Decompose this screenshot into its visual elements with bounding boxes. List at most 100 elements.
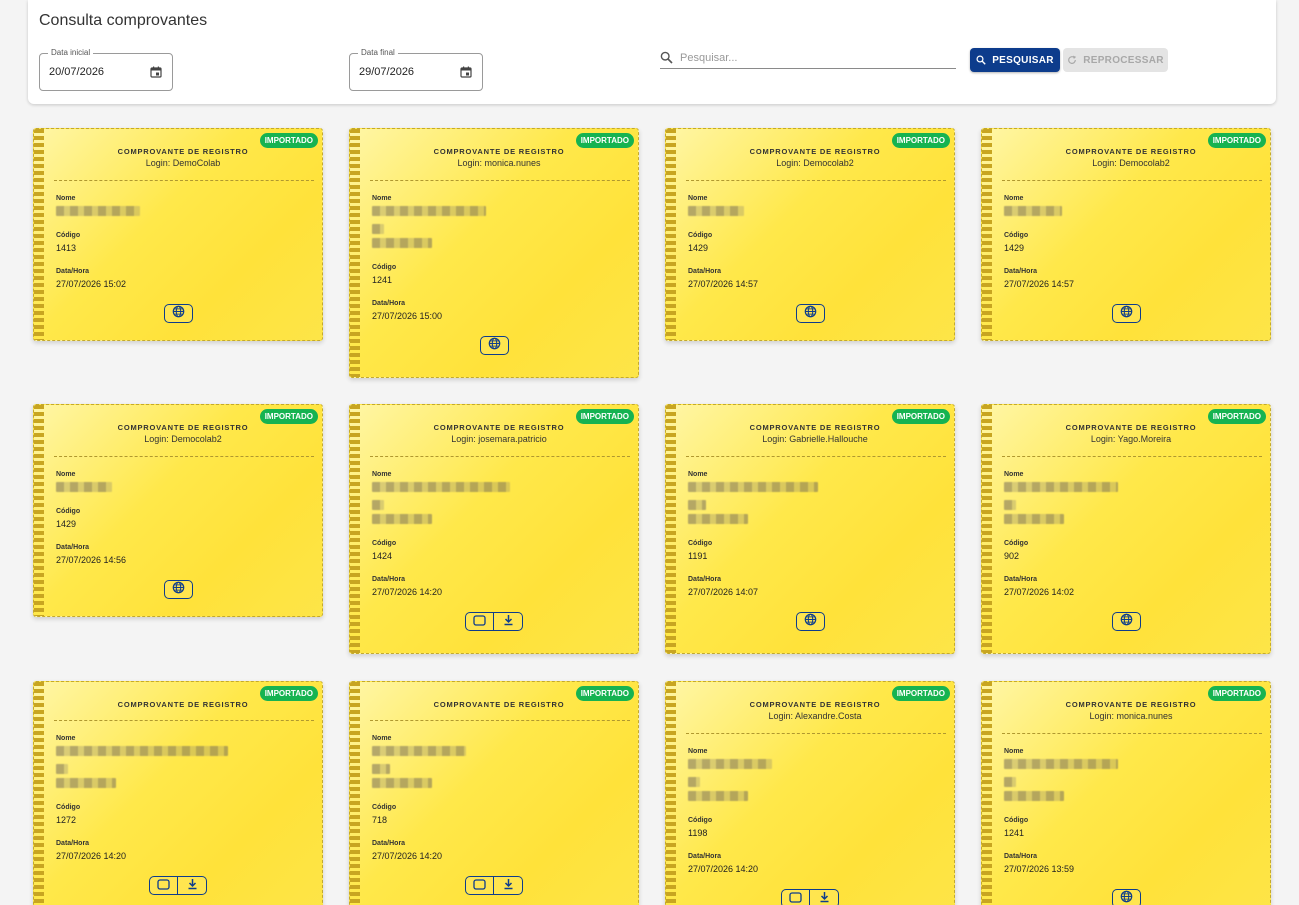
code-value: 1272 — [56, 815, 77, 825]
card-actions — [465, 612, 523, 631]
code-value: 1191 — [688, 551, 708, 561]
code-label: Código — [688, 817, 713, 824]
globe-icon — [804, 305, 817, 323]
start-date-field[interactable]: Data inicial 20/07/2026 — [39, 48, 173, 91]
redacted-name — [372, 746, 466, 756]
card-title: COMPROVANTE DE REGISTRO — [749, 700, 881, 709]
card-login: Login: Democolab2 — [144, 434, 222, 444]
card-login: Login: Alexandre.Costa — [768, 711, 862, 721]
end-date-field[interactable]: Data final 29/07/2026 — [349, 48, 483, 91]
receipt-card[interactable]: IMPORTADO COMPROVANTE DE REGISTRO Login: G… — [665, 404, 955, 654]
search-field[interactable] — [660, 49, 956, 69]
receipt-card[interactable]: IMPORTADO COMPROVANTE DE REGISTRO Login: j… — [349, 404, 639, 654]
receipt-card[interactable]: IMPORTADO COMPROVANTE DE REGISTRO Login: D… — [665, 128, 955, 341]
tablet-icon — [157, 877, 170, 895]
card-title: COMPROVANTE DE REGISTRO — [1065, 423, 1197, 432]
redacted-name — [1004, 759, 1118, 769]
card-login: Login: Yago.Moreira — [1090, 434, 1172, 444]
code-value: 1429 — [688, 243, 709, 253]
redacted-name — [372, 206, 486, 216]
receipt-card[interactable]: IMPORTADO COMPROVANTE DE REGISTRO Login: D… — [33, 128, 323, 341]
card-perforation — [350, 405, 360, 653]
download-button[interactable] — [810, 889, 839, 905]
web-origin-button[interactable] — [796, 304, 825, 323]
search-icon — [976, 55, 986, 65]
card-divider — [686, 456, 946, 457]
web-origin-button[interactable] — [164, 304, 193, 323]
code-label: Código — [1004, 817, 1029, 824]
receipt-card[interactable]: IMPORTADO COMPROVANTE DE REGISTRO Login: D… — [981, 128, 1271, 341]
device-button[interactable] — [465, 612, 494, 631]
card-perforation — [666, 405, 676, 653]
reprocess-button-label: REPROCESSAR — [1083, 54, 1164, 66]
card-perforation — [350, 682, 360, 905]
web-origin-button[interactable] — [480, 336, 509, 355]
status-badge: IMPORTADO — [575, 133, 634, 148]
web-origin-button[interactable] — [796, 612, 825, 631]
card-title: COMPROVANTE DE REGISTRO — [433, 423, 565, 432]
search-input[interactable] — [680, 49, 950, 67]
receipt-card[interactable]: IMPORTADO COMPROVANTE DE REGISTRO Login: m… — [981, 681, 1271, 905]
card-login: Login: DemoColab — [145, 158, 221, 168]
web-origin-button[interactable] — [1112, 612, 1141, 631]
name-label: Nome — [372, 195, 392, 202]
receipt-card[interactable]: IMPORTADO COMPROVANTE DE REGISTRO Login: Y… — [981, 404, 1271, 654]
status-badge: IMPORTADO — [1207, 686, 1266, 701]
receipt-card[interactable]: IMPORTADO COMPROVANTE DE REGISTRO Login: D… — [33, 404, 323, 617]
calendar-icon[interactable] — [460, 66, 472, 78]
redacted-name — [688, 791, 748, 801]
end-date-value[interactable]: 29/07/2026 — [359, 66, 414, 78]
receipt-card[interactable]: IMPORTADO COMPROVANTE DE REGISTRO Login: A… — [665, 681, 955, 905]
card-title: COMPROVANTE DE REGISTRO — [433, 147, 565, 156]
code-label: Código — [688, 540, 713, 547]
web-origin-button[interactable] — [1112, 889, 1141, 905]
web-origin-button[interactable] — [1112, 304, 1141, 323]
reprocess-button[interactable]: REPROCESSAR — [1063, 48, 1168, 72]
card-login: Login: josemara.patricio — [451, 434, 547, 444]
filter-panel: Consulta comprovantes Data inicial 20/07… — [28, 0, 1276, 104]
card-title: COMPROVANTE DE REGISTRO — [749, 147, 881, 156]
receipt-card[interactable]: IMPORTADO COMPROVANTE DE REGISTRO Login: m… — [349, 128, 639, 378]
datetime-label: Data/Hora — [56, 268, 90, 275]
calendar-icon[interactable] — [150, 66, 162, 78]
redacted-name — [1004, 777, 1016, 787]
device-button[interactable] — [781, 889, 810, 905]
device-button[interactable] — [465, 876, 494, 895]
name-label: Nome — [688, 195, 708, 202]
receipt-card[interactable]: IMPORTADO COMPROVANTE DE REGISTRO Nome Códi… — [349, 681, 639, 905]
card-perforation — [34, 405, 44, 616]
code-label: Código — [372, 540, 397, 547]
download-icon — [819, 890, 830, 905]
card-perforation — [350, 129, 360, 377]
card-actions — [781, 889, 839, 905]
name-label: Nome — [688, 471, 708, 478]
name-label: Nome — [372, 471, 392, 478]
code-value: 1413 — [56, 243, 77, 253]
globe-icon — [172, 305, 185, 323]
card-perforation — [982, 129, 992, 340]
search-icon — [660, 51, 673, 64]
datetime-label: Data/Hora — [688, 853, 722, 860]
search-button[interactable]: PESQUISAR — [970, 48, 1060, 72]
redacted-name — [372, 482, 510, 492]
card-divider — [686, 180, 946, 181]
download-button[interactable] — [494, 876, 523, 895]
tablet-icon — [473, 613, 486, 631]
status-badge: IMPORTADO — [891, 133, 950, 148]
web-origin-button[interactable] — [164, 580, 193, 599]
code-label: Código — [688, 232, 713, 239]
tablet-icon — [789, 890, 802, 905]
download-button[interactable] — [494, 612, 523, 631]
redacted-name — [56, 746, 228, 756]
device-button[interactable] — [149, 876, 178, 895]
receipt-card[interactable]: IMPORTADO COMPROVANTE DE REGISTRO Nome Códi… — [33, 681, 323, 905]
datetime-label: Data/Hora — [372, 576, 406, 583]
name-label: Nome — [1004, 471, 1024, 478]
download-button[interactable] — [178, 876, 207, 895]
datetime-label: Data/Hora — [688, 268, 722, 275]
start-date-value[interactable]: 20/07/2026 — [49, 66, 104, 78]
card-divider — [1002, 456, 1262, 457]
code-value: 1424 — [372, 551, 393, 561]
card-title: COMPROVANTE DE REGISTRO — [117, 147, 249, 156]
redacted-name — [688, 206, 744, 216]
